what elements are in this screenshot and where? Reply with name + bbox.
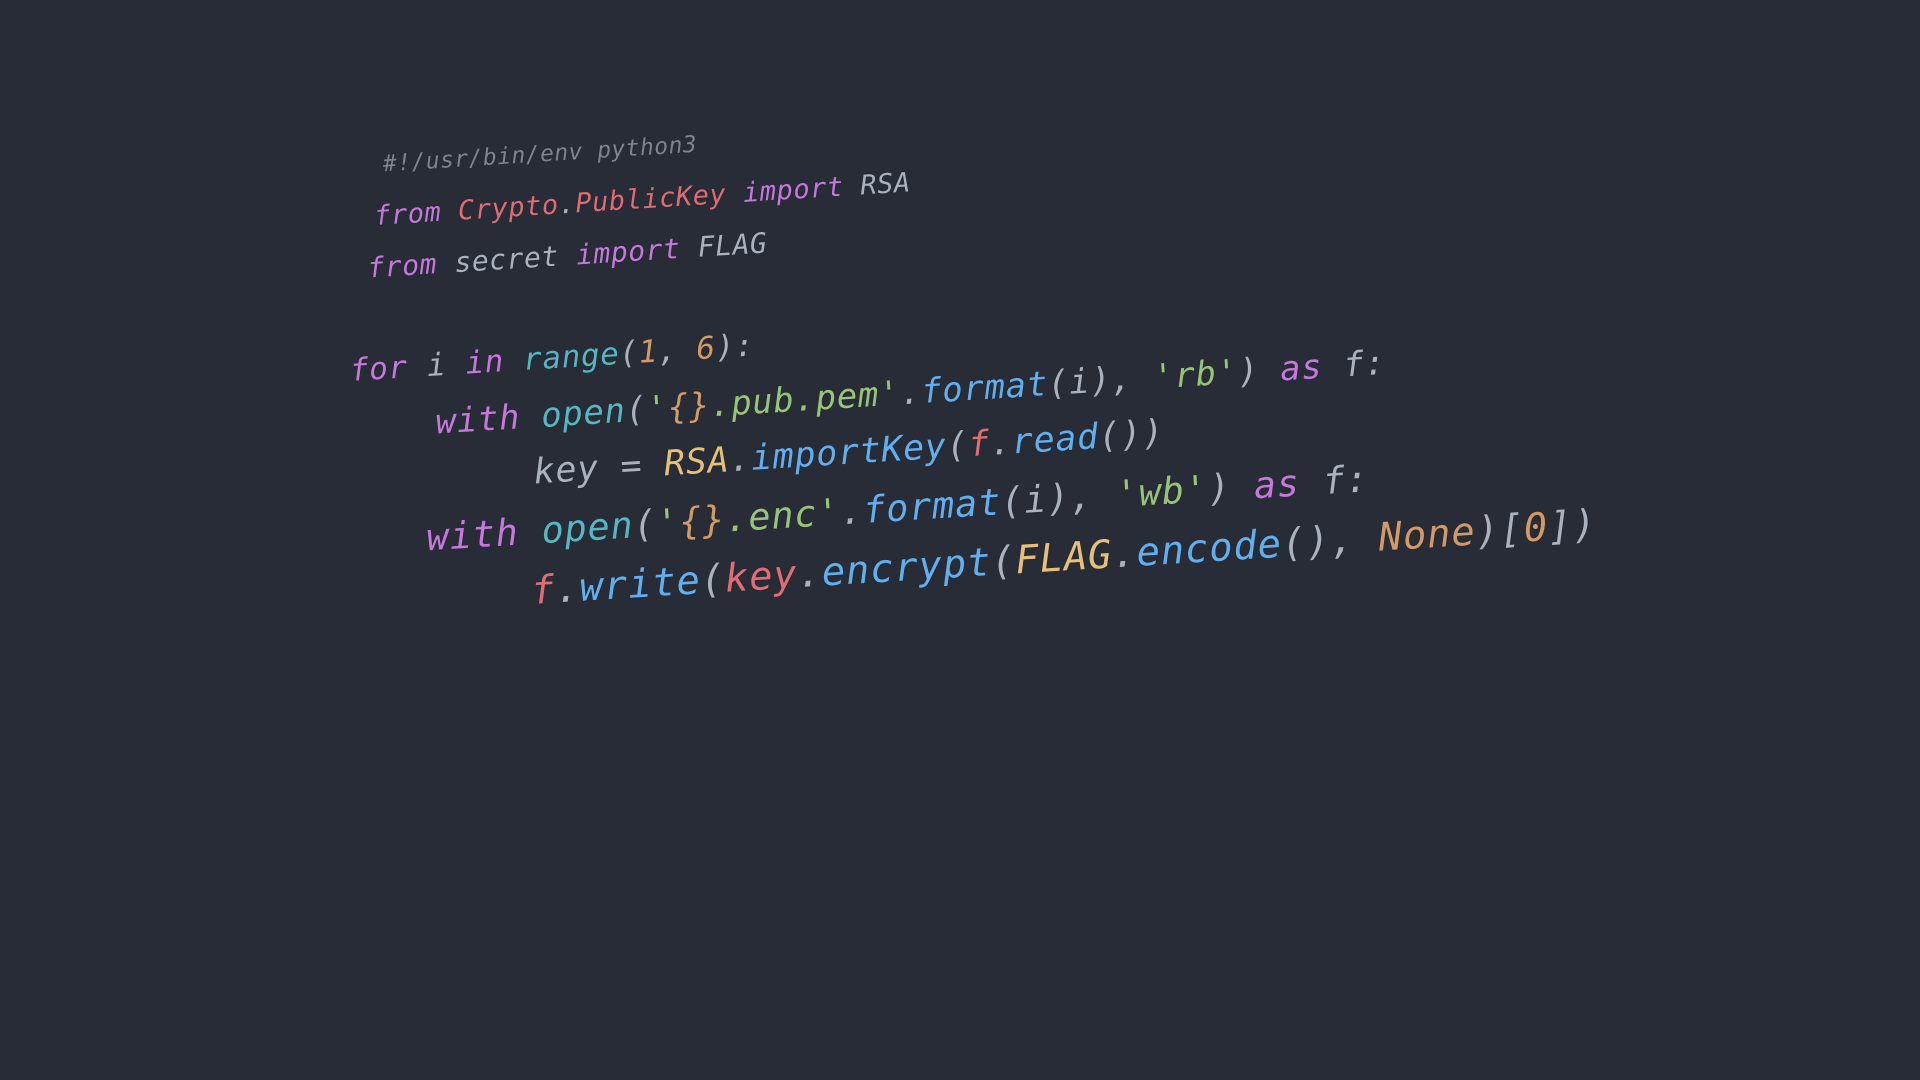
code-token-punct: . — [838, 489, 865, 534]
code-token-string: 'wb' — [1114, 467, 1210, 517]
code-token-string: .enc' — [723, 490, 842, 541]
code-token-punct: (), — [1280, 515, 1381, 567]
code-token-keyword: with — [425, 510, 520, 560]
code-token-var: f — [529, 567, 557, 614]
code-token-builtin: range — [521, 335, 621, 378]
code-token-punct: ( — [989, 538, 1017, 585]
code-token-keyword: import — [575, 231, 682, 272]
code-token-keyword: as — [1252, 461, 1301, 508]
code-token-punct: : — [1344, 457, 1370, 502]
code-token-punct: ( — [999, 478, 1026, 524]
code-token-keyword: from — [373, 195, 459, 233]
code-token-punct: ( — [699, 556, 727, 604]
code-token-plain: secret — [453, 239, 560, 280]
code-token-func: format — [919, 364, 1050, 413]
code-token-punct: ( — [631, 502, 658, 547]
code-token-keyword: as — [1278, 346, 1324, 390]
code-token-punct: ( — [945, 425, 970, 467]
code-token-string: ' — [645, 388, 670, 430]
code-token-plain: i — [1067, 361, 1092, 403]
code-token-punct: ()) — [1097, 412, 1166, 457]
code-token-const: None — [1377, 509, 1477, 561]
code-token-module: PublicKey — [574, 178, 728, 220]
code-token-func: encode — [1135, 521, 1284, 576]
code-token-string: .pub.pem' — [708, 373, 902, 426]
code-token-punct: . — [728, 438, 753, 481]
code-token-punct: . — [557, 188, 577, 221]
code-token-keyword: for — [348, 349, 409, 389]
code-token-punct: ) — [1236, 349, 1282, 393]
code-token-class: FLAG — [1013, 532, 1114, 584]
code-block: #!/usr/bin/env python3 from Crypto.Public… — [294, 71, 1720, 624]
code-token-punct: ), — [1088, 357, 1155, 402]
code-token-plain: f — [1342, 344, 1366, 386]
code-token-punct: ( — [624, 389, 648, 431]
code-token-keyword: in — [464, 343, 505, 382]
code-token-keyword: import — [742, 171, 845, 209]
code-token-punct: , — [656, 331, 698, 370]
code-token-plain: i — [1022, 477, 1049, 522]
code-token-string: 'rb' — [1152, 352, 1240, 398]
code-token-func: read — [1010, 417, 1100, 463]
code-token-plain: f — [1321, 458, 1347, 504]
code-token-punct: . — [988, 422, 1014, 464]
code-token-punct: ), — [1045, 473, 1118, 521]
code-token-number: 0 — [1522, 505, 1550, 552]
code-token-punct: . — [796, 550, 824, 598]
code-token-keyword: with — [434, 397, 522, 443]
code-token-class: RSA — [662, 440, 731, 485]
code-token-comment: #!/usr/bin/env python3 — [382, 131, 698, 178]
code-token-punct: ( — [1046, 362, 1071, 405]
code-token-plain: FLAG — [696, 226, 769, 264]
code-token-punct: ): — [714, 327, 756, 366]
code-token-punct: . — [553, 565, 581, 613]
code-token-func: write — [578, 558, 703, 611]
code-token-number: 1 — [637, 333, 660, 371]
code-token-func: format — [861, 480, 1003, 532]
code-token-func: encrypt — [820, 540, 993, 596]
code-token-punct: )[ — [1474, 506, 1526, 555]
code-token-plain: RSA — [859, 167, 912, 202]
code-token-punct: ) — [1206, 464, 1256, 511]
code-token-builtin: open — [540, 503, 635, 553]
code-token-keyword: from — [366, 246, 456, 285]
code-token-punct: = — [597, 444, 666, 489]
code-token-punct: . — [898, 372, 923, 414]
screenshot-canvas: #!/usr/bin/env python3 from Crypto.Public… — [0, 0, 1920, 1080]
code-token-func: importKey — [749, 426, 948, 479]
code-token-punct: : — [1363, 342, 1387, 385]
code-token-punct: ]) — [1546, 501, 1598, 550]
code-token-string: ' — [654, 500, 681, 545]
code-token-var: key — [723, 552, 799, 602]
code-token-number: 6 — [695, 329, 717, 368]
code-token-module: Crypto — [457, 189, 560, 227]
code-token-punct: . — [1110, 530, 1138, 578]
code-token-brace: {} — [666, 385, 712, 428]
code-token-brace: {} — [677, 497, 727, 544]
code-token-var: f — [967, 423, 992, 466]
code-token-plain: key — [532, 448, 601, 493]
code-token-builtin: open — [539, 390, 627, 436]
